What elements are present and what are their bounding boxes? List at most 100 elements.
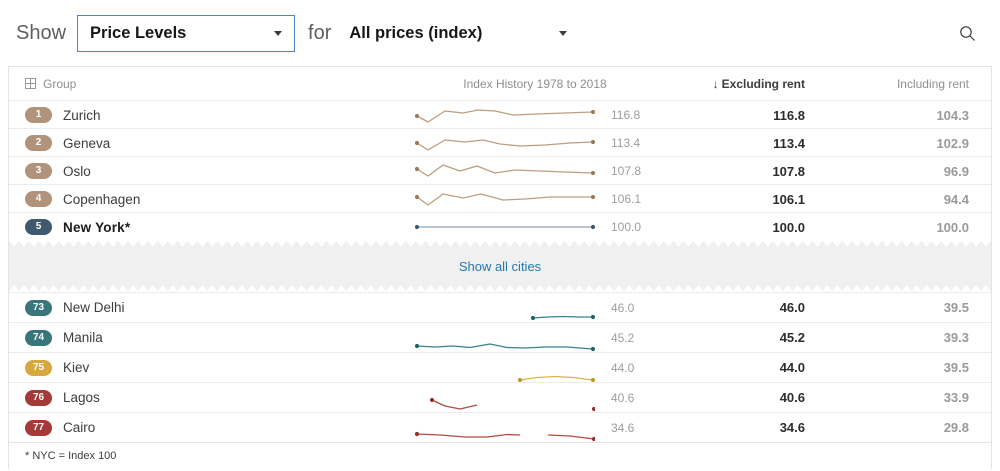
excluding-rent-value: 100.0 (655, 220, 805, 235)
sparkline-cell (415, 213, 595, 241)
sparkline-value: 116.8 (595, 108, 655, 122)
sparkline-chart (415, 294, 595, 322)
table-row[interactable]: 3 Oslo 107.8 107.8 96.9 (9, 156, 991, 184)
zigzag-bottom-edge (9, 285, 991, 292)
sparkline-value: 113.4 (595, 136, 655, 150)
city-name: Lagos (63, 390, 100, 405)
sparkline-cell (415, 185, 595, 213)
show-label: Show (16, 22, 66, 45)
excluding-rent-value: 106.1 (655, 192, 805, 207)
excluding-rent-value: 34.6 (655, 420, 805, 435)
collapsed-rows-separator: Show all cities (9, 240, 991, 292)
including-rent-value: 39.3 (805, 330, 969, 345)
sparkline-chart (415, 157, 595, 185)
show-all-cities-button[interactable]: Show all cities (459, 259, 541, 274)
sparkline-value: 40.6 (595, 391, 655, 405)
top-control-bar: Show Price Levels for All prices (index) (0, 0, 1000, 66)
chevron-down-icon (274, 31, 282, 36)
city-name: Manila (63, 330, 103, 345)
sparkline-cell (415, 384, 595, 412)
city-cell: 77 Cairo (25, 420, 415, 436)
footnote-text: * NYC = Index 100 (25, 450, 116, 462)
table-row[interactable]: 76 Lagos 40.6 40.6 33.9 (9, 382, 991, 412)
sparkline-chart (415, 101, 595, 129)
rank-badge: 77 (25, 420, 52, 436)
city-name: Zurich (63, 108, 101, 123)
footnote-row: * NYC = Index 100 (9, 442, 991, 469)
sparkline-chart (415, 354, 595, 382)
city-cell: 1 Zurich (25, 107, 415, 123)
sparkline-cell (415, 157, 595, 185)
excluding-rent-value: 107.8 (655, 164, 805, 179)
sparkline-chart (415, 129, 595, 157)
sparkline-value: 107.8 (595, 164, 655, 178)
zigzag-top-edge (9, 240, 991, 247)
sparkline-cell (415, 324, 595, 352)
chevron-down-icon (559, 31, 567, 36)
table-row[interactable]: 73 New Delhi 46.0 46.0 39.5 (9, 292, 991, 322)
column-header-excluding-rent[interactable]: ↓Excluding rent (655, 77, 805, 91)
city-name: Copenhagen (63, 192, 140, 207)
table-header-row: Group Index History 1978 to 2018 ↓Exclud… (9, 67, 991, 100)
search-icon[interactable] (956, 22, 980, 46)
including-rent-value: 102.9 (805, 136, 969, 151)
city-name: Geneva (63, 136, 110, 151)
including-rent-value: 29.8 (805, 420, 969, 435)
for-label: for (308, 22, 331, 45)
price-levels-table: Group Index History 1978 to 2018 ↓Exclud… (8, 66, 992, 469)
excluding-rent-value: 116.8 (655, 108, 805, 123)
column-header-group-label: Group (43, 77, 76, 91)
table-row[interactable]: 4 Copenhagen 106.1 106.1 94.4 (9, 184, 991, 212)
column-header-including-rent[interactable]: Including rent (805, 77, 969, 91)
rank-badge: 1 (25, 107, 52, 123)
city-name: New Delhi (63, 300, 125, 315)
top-ranked-rows: 1 Zurich 116.8 116.8 104.3 2 Geneva 113.… (9, 100, 991, 240)
table-row[interactable]: 2 Geneva 113.4 113.4 102.9 (9, 128, 991, 156)
sort-descending-icon: ↓ (713, 77, 719, 91)
including-rent-value: 94.4 (805, 192, 969, 207)
rank-badge: 75 (25, 360, 52, 376)
city-cell: 73 New Delhi (25, 300, 415, 316)
sparkline-chart (415, 414, 595, 442)
rank-badge: 3 (25, 163, 52, 179)
table-row[interactable]: 1 Zurich 116.8 116.8 104.3 (9, 100, 991, 128)
including-rent-value: 100.0 (805, 220, 969, 235)
city-cell: 3 Oslo (25, 163, 415, 179)
city-cell: 75 Kiev (25, 360, 415, 376)
table-row[interactable]: 77 Cairo 34.6 34.6 29.8 (9, 412, 991, 442)
sparkline-value: 106.1 (595, 192, 655, 206)
sparkline-chart (415, 213, 595, 241)
including-rent-value: 104.3 (805, 108, 969, 123)
city-cell: 2 Geneva (25, 135, 415, 151)
city-cell: 74 Manila (25, 330, 415, 346)
table-row[interactable]: 74 Manila 45.2 45.2 39.3 (9, 322, 991, 352)
city-name: New York* (63, 220, 130, 235)
rank-badge: 5 (25, 219, 52, 235)
sparkline-cell (415, 129, 595, 157)
sparkline-cell (415, 414, 595, 442)
sparkline-value: 46.0 (595, 301, 655, 315)
metric-dropdown[interactable]: Price Levels (77, 15, 295, 52)
column-header-group[interactable]: Group (25, 77, 415, 91)
city-name: Kiev (63, 360, 89, 375)
sparkline-cell (415, 354, 595, 382)
filter-dropdown-value: All prices (index) (349, 24, 482, 43)
including-rent-value: 96.9 (805, 164, 969, 179)
table-row[interactable]: 75 Kiev 44.0 44.0 39.5 (9, 352, 991, 382)
filter-dropdown[interactable]: All prices (index) (337, 15, 579, 52)
bottom-ranked-rows: 73 New Delhi 46.0 46.0 39.5 74 Manila 45… (9, 292, 991, 442)
sparkline-value: 45.2 (595, 331, 655, 345)
sparkline-value: 34.6 (595, 421, 655, 435)
city-cell: 76 Lagos (25, 390, 415, 406)
sparkline-value: 44.0 (595, 361, 655, 375)
rank-badge: 76 (25, 390, 52, 406)
rank-badge: 74 (25, 330, 52, 346)
sparkline-value: 100.0 (595, 220, 655, 234)
column-header-history: Index History 1978 to 2018 (415, 77, 655, 91)
table-row[interactable]: 5 New York* 100.0 100.0 100.0 (9, 212, 991, 240)
city-name: Cairo (63, 420, 95, 435)
metric-dropdown-value: Price Levels (90, 24, 186, 43)
city-cell: 5 New York* (25, 219, 415, 235)
sparkline-cell (415, 294, 595, 322)
city-cell: 4 Copenhagen (25, 191, 415, 207)
